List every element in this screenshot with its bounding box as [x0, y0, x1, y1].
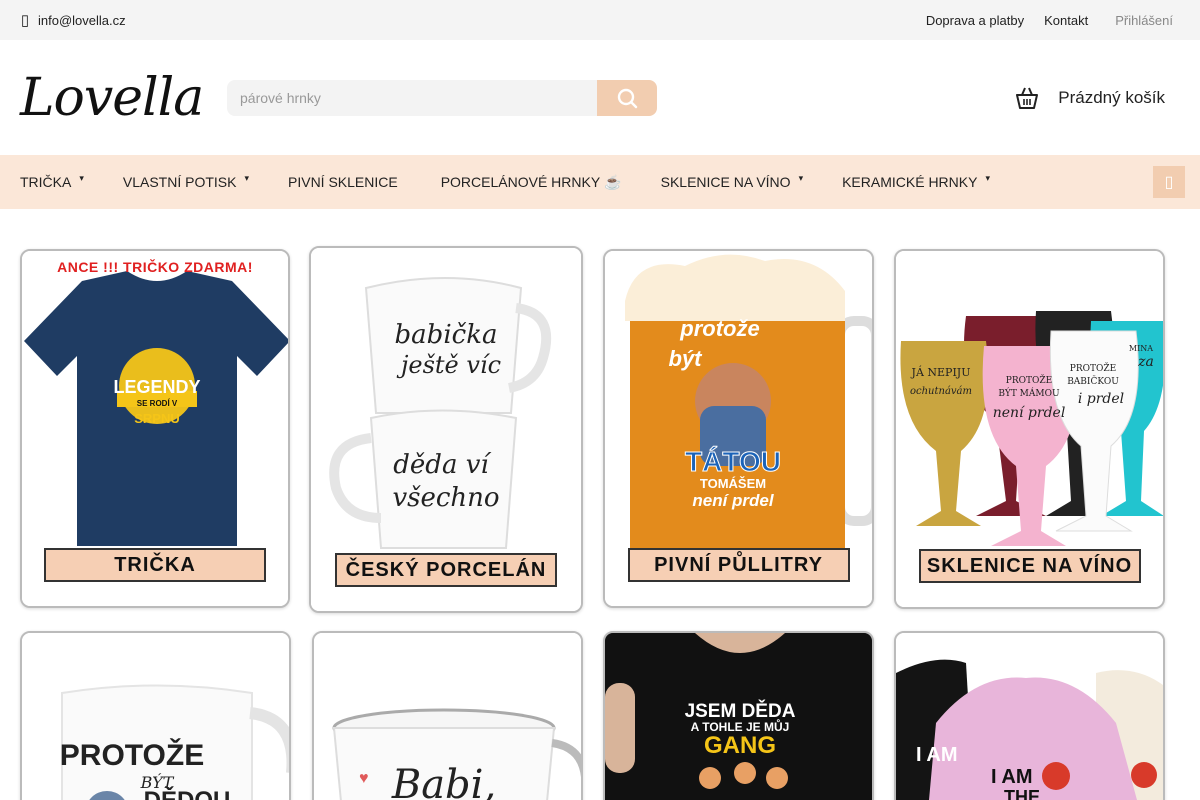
nav-item-keramicke-hrnky[interactable]: KERAMICKÉ HRNKY ▾ [842, 172, 990, 191]
hoodie-text-2: I AM [991, 766, 1032, 788]
header: Lovella párové hrnky Prázdný košík [0, 40, 1200, 155]
hoodies-image: I AM I AM THE [896, 633, 1163, 800]
nav-item-label: KERAMICKÉ HRNKY [842, 174, 978, 190]
nav-item-sklenice-na-vino[interactable]: SKLENICE NA VÍNO ▾ [660, 172, 804, 191]
hoodie-text-1: I AM [916, 744, 957, 766]
nav-item-label: PIVNÍ SKLENICE [288, 174, 398, 190]
category-card-mikiny[interactable]: I AM I AM THE [894, 631, 1165, 800]
shirt-text-3: GANG [704, 732, 776, 759]
cart-label: Prázdný košík [1058, 87, 1165, 107]
category-grid: LEGENDY SE RODÍ V SRPNU ANCE !!! TRIČKO … [0, 209, 1200, 800]
submenu-icon: ▾ [798, 172, 804, 183]
mug-text-top-2: ještě víc [396, 351, 501, 379]
wine-text-3: PROTOŽE [1006, 374, 1052, 386]
category-label: SKLENICE NA VÍNO [918, 549, 1141, 583]
wine-text-10: za [1137, 354, 1154, 370]
email-contact[interactable]: ▯ info@lovella.cz [20, 11, 126, 29]
promo-banner: ANCE !!! TRIČKO ZDARMA! [57, 259, 253, 275]
beer-text-5: není prdel [692, 491, 775, 510]
main-nav: TRIČKA ▾ VLASTNÍ POTISK ▾ PIVNÍ SKLENICE P… [0, 155, 1200, 209]
wine-text-5: není prdel [993, 405, 1066, 421]
wine-text-9: MINA [1129, 344, 1153, 353]
submenu-icon: ▾ [79, 172, 84, 183]
mug-text-top-1: babička [395, 320, 498, 350]
wine-text-6: PROTOŽE [1070, 362, 1116, 374]
mug-text-bottom-2: všechno [392, 483, 499, 513]
wine-text-2: ochutnávám [910, 386, 972, 397]
shirt-text-legendy: LEGENDY [113, 377, 200, 397]
nav-item-porcelanove-hrnky[interactable]: PORCELÁNOVÉ HRNKY ☕ [441, 174, 622, 191]
ceramic-mug-image: PROTOŽE BÝT DĚDOU [22, 633, 289, 800]
heart-icon: ♥ [359, 770, 369, 787]
search-input[interactable]: párové hrnky [227, 79, 597, 116]
nav-item-label: TRIČKA [20, 174, 72, 190]
beer-text-1: protože [679, 316, 759, 341]
cart[interactable]: Prázdný košík [1014, 40, 1165, 155]
basket-icon [1016, 87, 1039, 109]
link-shipping[interactable]: Doprava a platby [926, 13, 1024, 28]
top-links: Doprava a platby Kontakt Přihlášení [926, 13, 1180, 28]
enamel-mug-image: Babi, ♥ [314, 633, 581, 800]
hamburger-icon: ▯ [1164, 174, 1174, 191]
search-icon [617, 88, 638, 108]
nav-item-label: VLASTNÍ POTISK [122, 174, 237, 190]
enamel-mug-text: Babi, [391, 762, 496, 800]
shirt-text-line2: SE RODÍ V [137, 399, 178, 408]
top-bar: ▯ info@lovella.cz Doprava a platby Konta… [0, 0, 1200, 40]
mug-text-3: DĚDOU [144, 786, 231, 800]
category-label: ČESKÝ PORCELÁN [335, 553, 557, 587]
shirt-text-line3: SRPNU [134, 411, 180, 426]
beer-text-4: TOMÁŠEM [700, 476, 766, 491]
email-text[interactable]: info@lovella.cz [38, 13, 126, 28]
category-label: TRIČKA [44, 548, 266, 582]
shirt-text-1: JSEM DĚDA [685, 700, 796, 722]
category-card-tricka[interactable]: LEGENDY SE RODÍ V SRPNU ANCE !!! TRIČKO … [20, 249, 290, 608]
wine-text-7: BABIČKOU [1067, 375, 1119, 387]
submenu-icon: ▾ [985, 172, 990, 183]
category-label: PIVNÍ PŮLLITRY [627, 548, 850, 582]
mug-text-1: PROTOŽE [60, 738, 204, 772]
submenu-icon: ▾ [244, 172, 249, 183]
category-card-pivni-pullitry[interactable]: protože být TÁTOU TOMÁŠEM není prdel PIV… [603, 249, 874, 608]
coffee-icon: ☕ [604, 173, 622, 190]
mug-text-bottom-1: děda ví [393, 450, 492, 480]
nav-item-vlastni-potisk[interactable]: VLASTNÍ POTISK ▾ [122, 172, 249, 191]
menu-toggle-button[interactable]: ▯ [1153, 166, 1185, 198]
link-contact[interactable]: Kontakt [1044, 13, 1088, 28]
nav-item-pivni-sklenice[interactable]: PIVNÍ SKLENICE [288, 174, 402, 190]
login-link[interactable]: Přihlášení [1115, 13, 1173, 28]
wine-text-8: i prdel [1078, 391, 1124, 407]
search-bar: párové hrnky [227, 79, 657, 116]
grandpa-shirt-image: JSEM DĚDA A TOHLE JE MŮJ GANG [605, 633, 872, 800]
category-card-sklenice-na-vino[interactable]: JÁ NEPIJU ochutnávám PROTOŽE BÝT MÁMOU n… [894, 249, 1165, 609]
search-button[interactable] [597, 79, 657, 116]
wine-text-1: JÁ NEPIJU [911, 365, 971, 379]
category-card-tricka-deda[interactable]: JSEM DĚDA A TOHLE JE MŮJ GANG [603, 631, 874, 800]
site-logo[interactable]: Lovella [20, 68, 227, 128]
nav-item-label: SKLENICE NA VÍNO [660, 174, 791, 190]
wine-text-4: BÝT MÁMOU [998, 387, 1060, 399]
category-card-plechove-hrnky[interactable]: Babi, ♥ [312, 631, 583, 800]
hoodie-text-3: THE [1004, 787, 1040, 800]
beer-text-3: TÁTOU [685, 446, 781, 477]
phone-icon: ▯ [20, 12, 30, 29]
beer-text-2: být [669, 346, 704, 371]
category-card-cesky-porcelan[interactable]: babička ještě víc děda ví všechno ČESKÝ … [309, 246, 583, 613]
category-card-keramicke-hrnky[interactable]: PROTOŽE BÝT DĚDOU [20, 631, 291, 800]
nav-item-label: PORCELÁNOVÉ HRNKY [440, 174, 601, 190]
nav-item-tricka[interactable]: TRIČKA ▾ [20, 172, 84, 191]
